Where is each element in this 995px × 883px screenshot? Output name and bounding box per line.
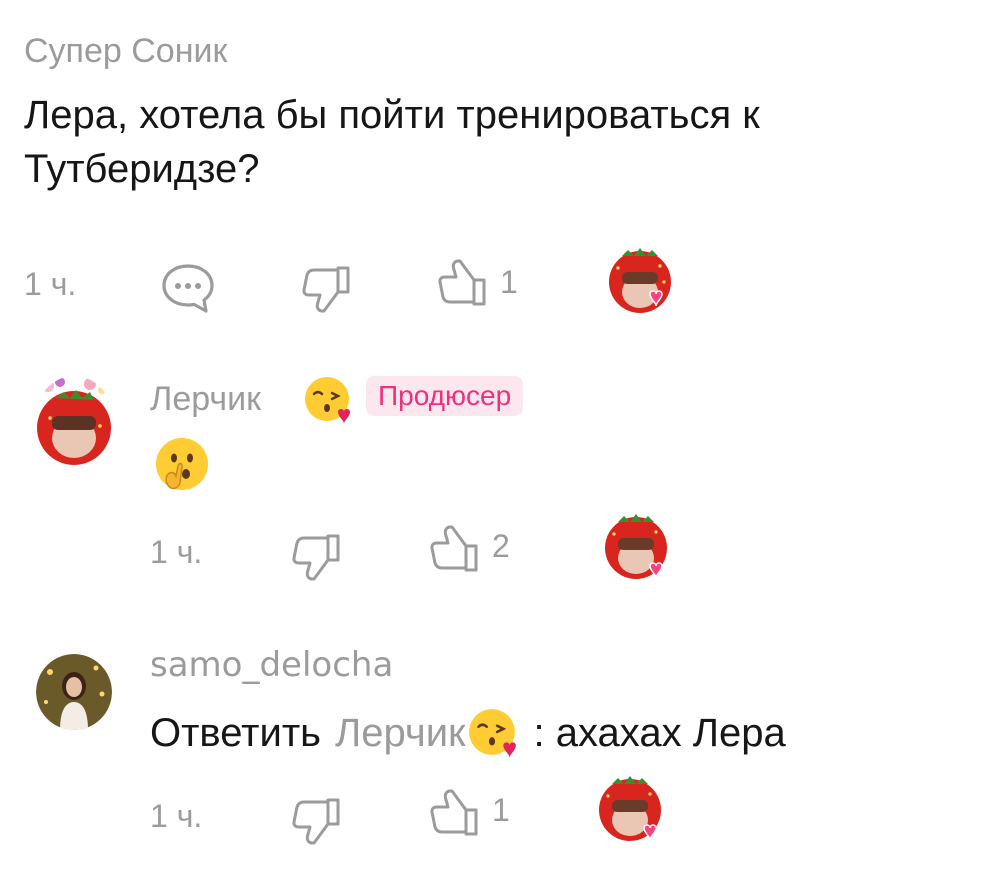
like-button[interactable] [428, 788, 480, 840]
reply-prefix: Ответить [150, 711, 321, 755]
thumbs-up-icon [438, 259, 486, 306]
dislike-button[interactable] [300, 262, 352, 314]
like-count: 1 [492, 792, 510, 828]
kissing-face-with-heart-emoji [302, 374, 354, 431]
comment-time: 1 ч. [150, 798, 203, 834]
reply-button[interactable] [160, 262, 216, 314]
thumbs-down-icon [302, 266, 350, 313]
comment-author[interactable]: samo_delocha [150, 648, 393, 682]
comment-time: 1 ч. [24, 266, 77, 302]
like-button[interactable] [428, 524, 480, 576]
thumbs-down-icon [292, 798, 340, 845]
dislike-button[interactable] [290, 794, 342, 846]
user-avatar[interactable] [36, 654, 112, 730]
user-avatar[interactable] [34, 376, 114, 468]
reply-line: Ответить Лерчик : ахахах Лера [150, 706, 786, 760]
thumbs-up-icon [430, 525, 478, 572]
comment-author[interactable]: Лерчик [150, 382, 261, 416]
comment-author[interactable]: Супер Соник [24, 34, 227, 68]
thumbs-up-icon [430, 789, 478, 836]
role-badge: Продюсер [366, 376, 524, 416]
strawberry-avatar-icon [605, 514, 667, 579]
dislike-button[interactable] [290, 530, 342, 582]
like-count: 2 [492, 528, 510, 564]
reply-to-user[interactable]: Лерчик [335, 706, 466, 760]
strawberry-avatar-icon [609, 248, 671, 313]
author-liked-avatar [608, 248, 676, 316]
strawberry-avatar-icon [599, 776, 661, 841]
speech-bubble-icon [162, 264, 214, 313]
comment-text: Лера, хотела бы пойти тренироваться к Ту… [24, 93, 760, 191]
shushing-face-emoji [152, 436, 212, 501]
author-liked-avatar [598, 776, 666, 844]
like-count: 1 [500, 264, 518, 300]
thumbs-down-icon [292, 534, 340, 581]
comment-text: : ахахах Лера [533, 711, 786, 755]
strawberry-avatar-icon [37, 377, 111, 465]
author-liked-avatar [604, 514, 672, 582]
comment-time: 1 ч. [150, 534, 203, 570]
kissing-face-with-heart-emoji [466, 706, 520, 760]
person-avatar-icon [36, 654, 112, 730]
like-button[interactable] [436, 258, 488, 310]
